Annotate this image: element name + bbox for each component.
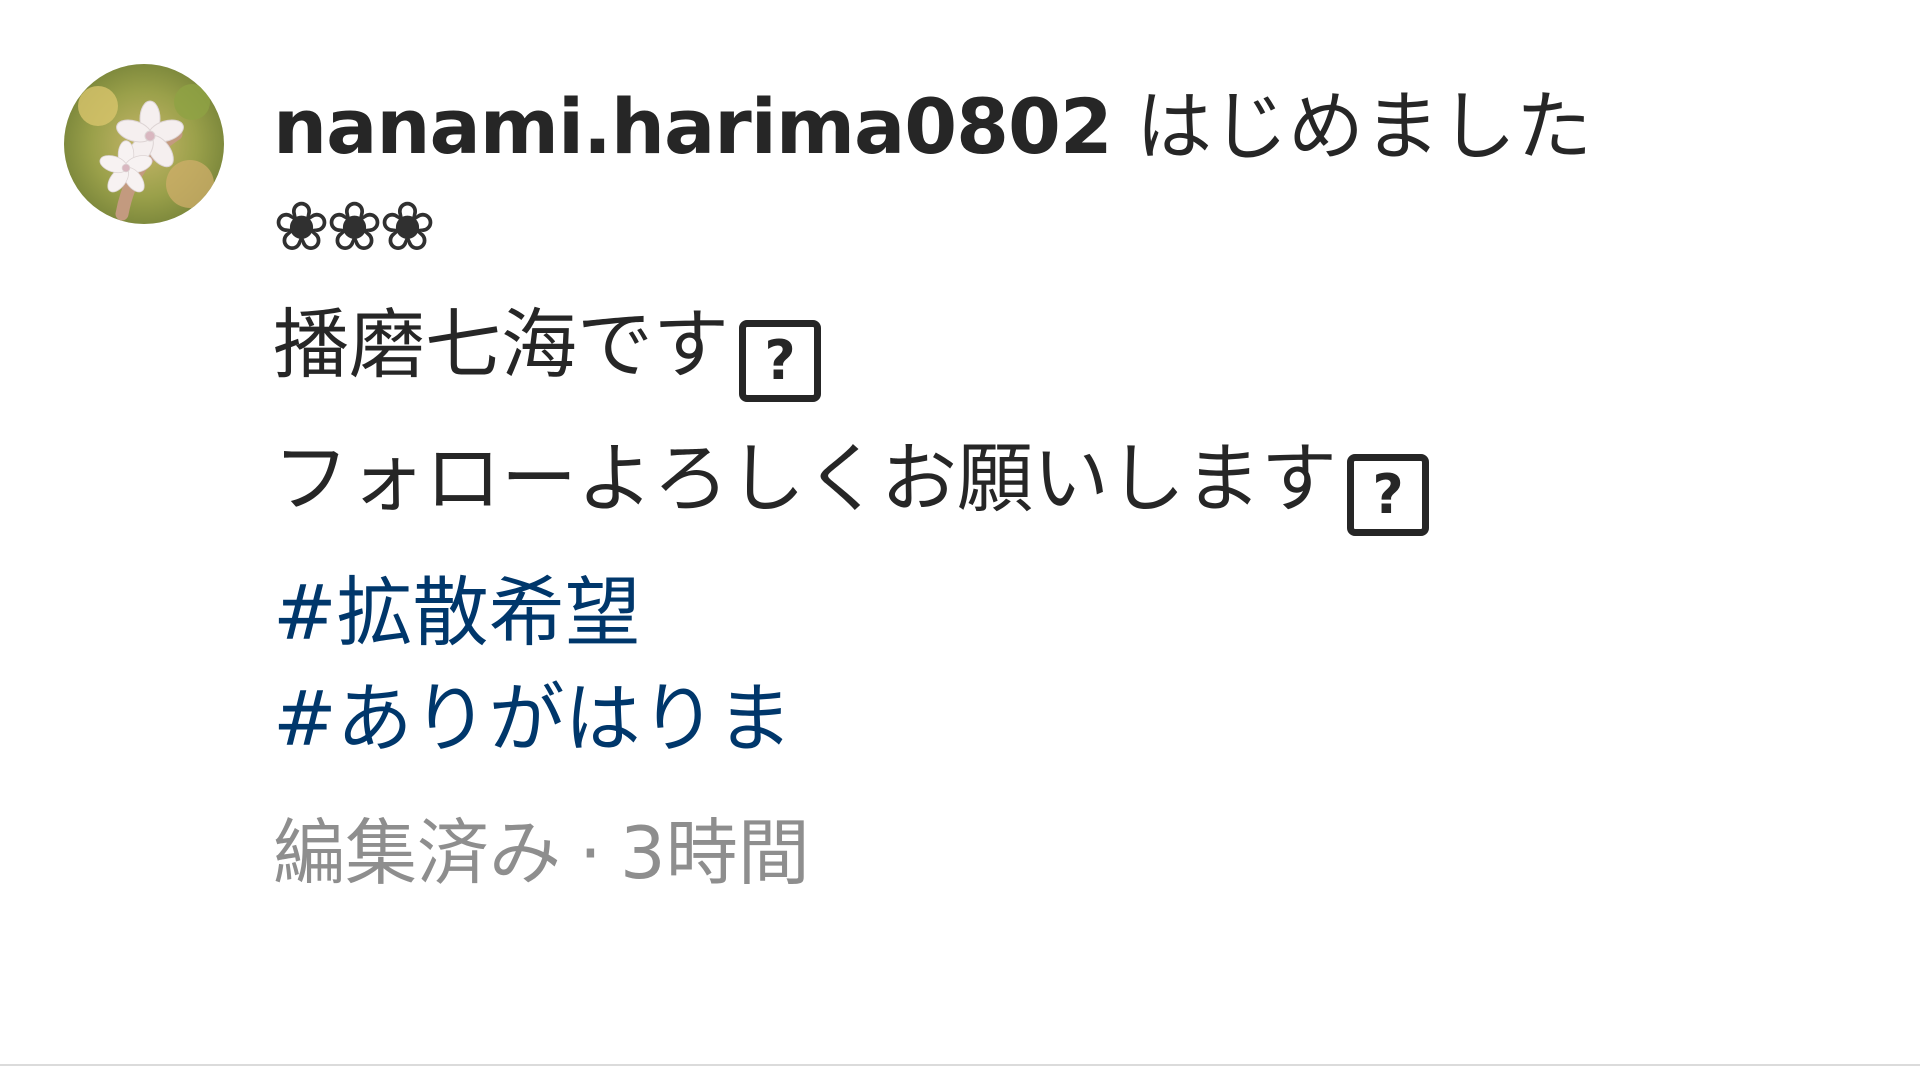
caption-first-line: はじめました: [1136, 82, 1592, 171]
hashtags-second: #ありがはりま: [273, 652, 1873, 786]
caption-text-2: フォローよろしくお願いします: [273, 434, 1337, 523]
flower-symbols: ❀❀❀: [273, 188, 436, 267]
user-avatar[interactable]: [64, 64, 224, 224]
caption-line-2: フォローよろしくお願いします?: [273, 412, 1873, 546]
missing-emoji-icon: ?: [739, 320, 821, 402]
caption-line-1: 播磨七海です?: [273, 278, 1873, 412]
hashtag-link[interactable]: #ありがはりま: [273, 652, 1873, 786]
missing-emoji-icon: ?: [1347, 454, 1429, 536]
comment-meta: 編集済み · 3時間: [273, 798, 1873, 908]
meta-separator: ·: [579, 811, 602, 895]
comment-body: nanami.harima0802 はじめました ❀❀❀ 播磨七海です? フォロ…: [273, 72, 1873, 908]
timestamp[interactable]: 3時間: [620, 811, 810, 895]
comment-item: nanami.harima0802 はじめました ❀❀❀ 播磨七海です? フォロ…: [0, 0, 1920, 1070]
username-link[interactable]: nanami.harima0802: [273, 82, 1113, 171]
cherry-blossom-photo-avatar: [64, 64, 224, 224]
comment-header: nanami.harima0802 はじめました: [273, 72, 1873, 182]
caption-text-1: 播磨七海です: [273, 300, 729, 389]
edited-label: 編集済み: [273, 811, 562, 895]
comment-divider: [0, 1064, 1920, 1066]
